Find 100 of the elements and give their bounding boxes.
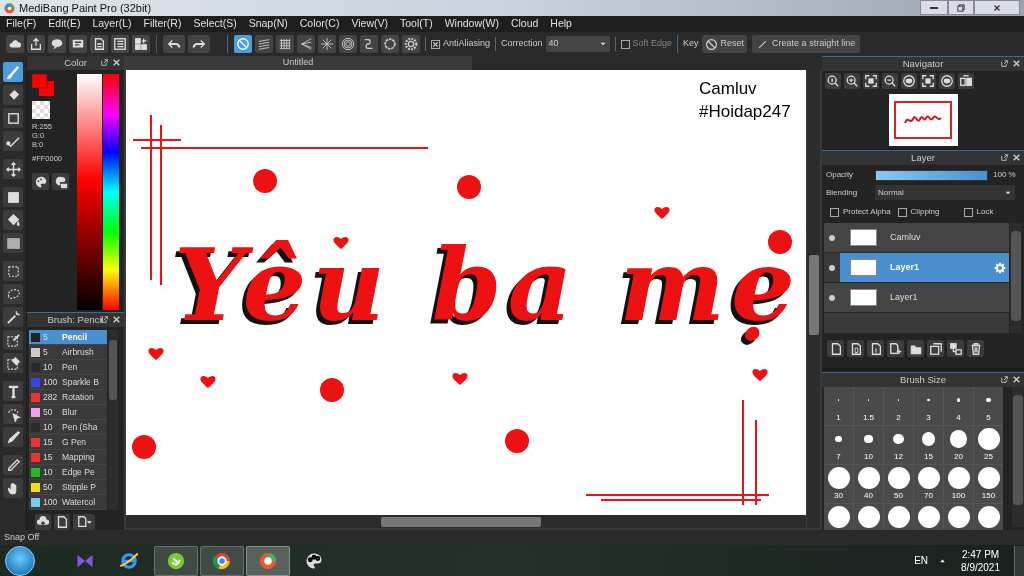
layer-row[interactable]: Layer1 (824, 283, 1009, 313)
menu-item[interactable]: Edit(E) (48, 16, 81, 32)
brush-size-cell[interactable]: 20 (944, 426, 974, 464)
tool-button[interactable] (3, 261, 23, 281)
duplicate-layer-button[interactable] (927, 340, 944, 357)
menu-item[interactable]: Snap(N) (248, 16, 288, 32)
grid-snap-button[interactable] (276, 35, 294, 53)
vanishing-snap-button[interactable] (297, 35, 315, 53)
brush-size-cell[interactable] (974, 504, 1004, 530)
checkbox[interactable] (963, 207, 973, 217)
share-button[interactable] (27, 35, 45, 53)
brush-size-cell[interactable]: 30 (824, 465, 853, 503)
add-layer-menu-button[interactable] (887, 340, 904, 357)
tool-button[interactable] (3, 131, 23, 151)
menu-item[interactable]: View(V) (351, 16, 388, 32)
cloud-button[interactable] (6, 35, 24, 53)
brush-size-cell[interactable] (944, 504, 974, 530)
brush-size-cell[interactable]: 1.5 (854, 387, 883, 425)
checkbox[interactable] (620, 39, 630, 49)
brush-size-cell[interactable]: 4 (944, 387, 974, 425)
new-brush-button[interactable] (54, 514, 70, 530)
brush-size-cell[interactable]: 70 (914, 465, 944, 503)
palette-button[interactable] (32, 173, 49, 191)
radial-snap-button[interactable] (318, 35, 336, 53)
merge-layer-button[interactable] (947, 340, 964, 357)
canvas[interactable]: Camluv #Hoidap247 Yêu ba mẹ (126, 70, 806, 515)
menu-item[interactable]: Tool(T) (400, 16, 433, 32)
snap-off-button[interactable] (234, 35, 252, 53)
new-layer-1bit-button[interactable] (867, 340, 884, 357)
menu-item[interactable]: Help (550, 16, 572, 32)
hue-bar[interactable] (103, 74, 119, 310)
brush-size-cell[interactable]: 25 (974, 426, 1004, 464)
layer-row[interactable]: Camluv (824, 223, 1009, 253)
menu-item[interactable]: Window(W) (444, 16, 499, 32)
snap-settings-button[interactable] (402, 35, 420, 53)
horizontal-scrollbar[interactable] (126, 515, 806, 528)
brush-size-cell[interactable]: 150 (974, 465, 1004, 503)
zoom-in-button[interactable] (844, 73, 860, 89)
brush-size-cell[interactable]: 3 (914, 387, 944, 425)
menu-item[interactable]: Filter(R) (143, 16, 182, 32)
panel-button[interactable] (132, 35, 150, 53)
flip-button[interactable] (958, 73, 974, 89)
menu-item[interactable]: File(F) (6, 16, 37, 32)
concentric-snap-button[interactable] (339, 35, 357, 53)
checkbox[interactable] (830, 207, 839, 217)
brush-list-item[interactable]: 5 Airbrush (29, 345, 107, 360)
vertical-scrollbar[interactable] (807, 70, 820, 528)
reset-button[interactable]: Reset (701, 35, 748, 53)
saturation-brightness-bar[interactable] (77, 74, 102, 310)
palette-settings-button[interactable] (52, 173, 69, 191)
brush-list-item[interactable]: 10 Pen (Sha (29, 420, 107, 435)
comment-button[interactable] (69, 35, 87, 53)
brush-list-item[interactable]: 282 Rotation (29, 390, 107, 405)
brush-size-cell[interactable] (914, 504, 944, 530)
brush-list-item[interactable]: 100 Watercol (29, 495, 107, 510)
brush-list-item[interactable]: 50 Stipple P (29, 480, 107, 495)
brush-list-item[interactable]: 15 G Pen (29, 435, 107, 450)
brush-size-cell[interactable]: 1 (824, 387, 853, 425)
parallel-snap-button[interactable] (255, 35, 273, 53)
actual-size-button[interactable] (825, 73, 841, 89)
tool-button[interactable] (3, 478, 23, 498)
brush-size-cell[interactable]: 100 (944, 465, 974, 503)
clock[interactable]: 2:47 PM 8/9/2021 (961, 547, 1000, 574)
tool-button[interactable] (3, 233, 23, 253)
tool-button[interactable] (3, 284, 23, 304)
brush-menu-button[interactable] (73, 514, 95, 530)
document-tab[interactable]: Untitled (124, 56, 472, 70)
full-view-button[interactable] (920, 73, 936, 89)
color-swatches-drawing[interactable] (32, 74, 54, 96)
taskbar-app-button[interactable] (200, 545, 244, 576)
brush-size-cell[interactable]: 50 (884, 465, 913, 503)
folder-button[interactable] (907, 340, 924, 357)
taskbar-app-button[interactable] (246, 545, 290, 576)
brush-size-cell[interactable]: 7 (824, 426, 853, 464)
tool-button[interactable] (3, 108, 23, 128)
chat-button[interactable] (48, 35, 66, 53)
checkbox[interactable] (897, 207, 907, 217)
close-button[interactable] (974, 0, 1020, 15)
document-button[interactable] (90, 35, 108, 53)
menu-item[interactable]: Color(C) (299, 16, 340, 32)
new-layer-button[interactable] (827, 340, 844, 357)
tool-button[interactable] (3, 187, 23, 207)
zoom-out-button[interactable] (882, 73, 898, 89)
brush-size-cell[interactable]: 40 (854, 465, 883, 503)
new-layer-8bit-button[interactable] (847, 340, 864, 357)
opacity-slider[interactable] (876, 170, 987, 180)
brush-size-cell[interactable]: 5 (974, 387, 1004, 425)
tool-button[interactable] (3, 381, 23, 401)
circle-snap-button[interactable] (381, 35, 399, 53)
show-desktop-button[interactable] (1014, 545, 1024, 576)
tool-button[interactable] (3, 353, 23, 373)
brush-list-item[interactable]: 50 Blur (29, 405, 107, 420)
taskbar-app-button[interactable] (154, 545, 198, 576)
brush-list-item[interactable]: 10 Pen (29, 360, 107, 375)
brush-size-cell[interactable]: 2 (884, 387, 913, 425)
scrollbar[interactable] (1010, 223, 1022, 333)
brush-size-cell[interactable]: 10 (854, 426, 883, 464)
tool-button[interactable] (3, 307, 23, 327)
tool-button[interactable] (3, 427, 23, 447)
tool-button[interactable] (3, 85, 23, 105)
